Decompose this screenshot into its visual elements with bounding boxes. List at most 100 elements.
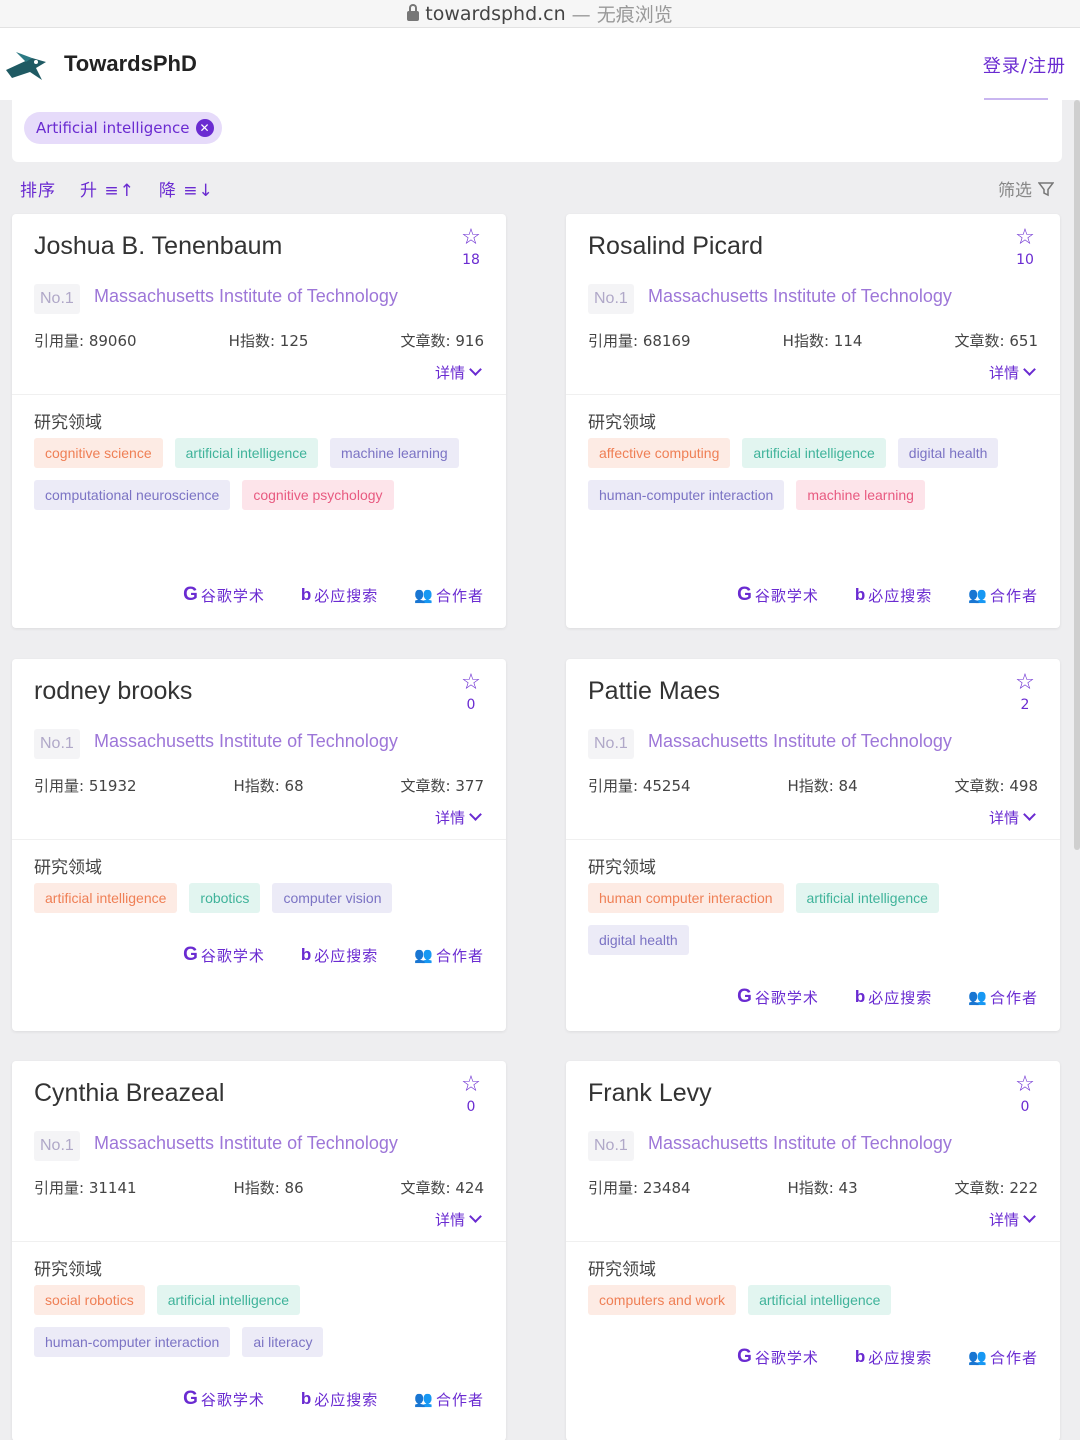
close-icon[interactable]: ✕ xyxy=(195,119,214,137)
bing-search-link[interactable]: b 必应搜索 xyxy=(855,584,932,606)
favorite-button[interactable]: ☆ 10 xyxy=(1012,226,1038,269)
research-tag[interactable]: human computer interaction xyxy=(588,883,784,913)
scholar-card[interactable]: rodney brooks ☆ 0 No.1 Massachusetts Ins… xyxy=(12,659,506,1031)
research-area-title: 研究领域 xyxy=(34,1260,102,1280)
star-icon: ☆ xyxy=(1015,1072,1035,1097)
google-scholar-link[interactable]: G 谷歌学术 xyxy=(183,944,265,966)
details-toggle[interactable]: 详情 xyxy=(989,807,1036,828)
coauthors-link[interactable]: 👥 合作者 xyxy=(968,986,1038,1008)
research-tag[interactable]: artificial intelligence xyxy=(156,1285,301,1315)
research-tag[interactable]: artificial intelligence xyxy=(795,883,939,913)
research-tag[interactable]: computers and work xyxy=(588,1285,737,1315)
research-tag[interactable]: digital health xyxy=(588,925,689,955)
research-tag[interactable]: cognitive science xyxy=(34,438,163,468)
coauthors-link[interactable]: 👥 合作者 xyxy=(414,944,484,966)
scholar-name[interactable]: rodney brooks xyxy=(34,677,192,706)
google-scholar-link[interactable]: G 谷歌学术 xyxy=(183,584,265,606)
research-tag[interactable]: artificial intelligence xyxy=(742,438,886,468)
details-toggle[interactable]: 详情 xyxy=(435,807,482,828)
favorite-button[interactable]: ☆ 0 xyxy=(1012,1072,1038,1116)
divider xyxy=(566,394,1060,395)
research-tag[interactable]: human-computer interaction xyxy=(588,480,785,510)
google-scholar-link[interactable]: G 谷歌学术 xyxy=(737,986,819,1008)
filter-chip[interactable]: Artificial intelligence ✕ xyxy=(24,112,222,144)
scholar-name[interactable]: Frank Levy xyxy=(588,1079,712,1108)
sort-asc-button[interactable]: 升 ≡↑ xyxy=(80,176,135,201)
card-links: G 谷歌学术 b 必应搜索 👥 合作者 xyxy=(183,944,484,966)
filter-button[interactable]: 筛选 xyxy=(998,176,1054,201)
institution-link[interactable]: Massachusetts Institute of Technology xyxy=(94,731,398,752)
research-tag[interactable]: artificial intelligence xyxy=(748,1285,892,1315)
sort-desc-button[interactable]: 降 ≡↓ xyxy=(159,176,214,201)
scholar-card[interactable]: Joshua B. Tenenbaum ☆ 18 No.1 Massachuse… xyxy=(12,214,506,628)
card-links: G 谷歌学术 b 必应搜索 👥 合作者 xyxy=(737,986,1038,1008)
sort-label: 排序 xyxy=(20,181,56,201)
research-tag[interactable]: cognitive psychology xyxy=(242,480,394,510)
scholar-name[interactable]: Cynthia Breazeal xyxy=(34,1079,224,1108)
browser-url-bar[interactable]: towardsphd.cn — 无痕浏览 xyxy=(0,0,1080,28)
brand-name[interactable]: TowardsPhD xyxy=(64,51,197,77)
coauthors-link[interactable]: 👥 合作者 xyxy=(414,584,484,606)
research-tags: cognitive science artificial intelligence… xyxy=(34,438,484,510)
scholar-card[interactable]: Cynthia Breazeal ☆ 0 No.1 Massachusetts … xyxy=(12,1061,506,1440)
sort-asc-icon: ≡↑ xyxy=(98,181,135,201)
details-toggle[interactable]: 详情 xyxy=(989,1209,1036,1230)
bing-search-link[interactable]: b 必应搜索 xyxy=(855,1346,932,1368)
details-toggle[interactable]: 详情 xyxy=(435,1209,482,1230)
login-register-link[interactable]: 登录/注册 xyxy=(983,52,1066,78)
research-tag[interactable]: machine learning xyxy=(330,438,459,468)
lock-icon xyxy=(407,3,420,21)
google-scholar-link[interactable]: G 谷歌学术 xyxy=(737,584,819,606)
research-tag[interactable]: computational neuroscience xyxy=(34,480,231,510)
institution-link[interactable]: Massachusetts Institute of Technology xyxy=(648,731,952,752)
google-scholar-link[interactable]: G 谷歌学术 xyxy=(737,1346,819,1368)
details-toggle[interactable]: 详情 xyxy=(989,362,1036,383)
coauthors-label: 合作者 xyxy=(435,1390,484,1409)
research-tag[interactable]: machine learning xyxy=(796,480,925,510)
favorite-button[interactable]: ☆ 0 xyxy=(458,1073,484,1116)
scholar-name[interactable]: Rosalind Picard xyxy=(588,232,763,261)
coauthors-link[interactable]: 👥 合作者 xyxy=(414,1388,484,1410)
research-tag[interactable]: social robotics xyxy=(34,1285,145,1315)
scrollbar[interactable] xyxy=(1074,100,1080,850)
scholar-card[interactable]: Pattie Maes ☆ 2 No.1 Massachusetts Insti… xyxy=(566,659,1060,1031)
coauthors-link[interactable]: 👥 合作者 xyxy=(968,1346,1038,1368)
favorite-button[interactable]: ☆ 2 xyxy=(1012,670,1038,714)
institution-link[interactable]: Massachusetts Institute of Technology xyxy=(648,286,952,307)
rank-badge: No.1 xyxy=(588,1131,634,1161)
logo-icon[interactable] xyxy=(2,40,50,88)
research-tag[interactable]: computer vision xyxy=(272,883,393,913)
institution-link[interactable]: Massachusetts Institute of Technology xyxy=(648,1133,952,1154)
bing-search-link[interactable]: b 必应搜索 xyxy=(301,1388,378,1410)
bing-search-link[interactable]: b 必应搜索 xyxy=(301,944,378,966)
research-tag[interactable]: human-computer interaction xyxy=(34,1327,231,1357)
coauthors-label: 合作者 xyxy=(989,586,1038,605)
filter-button-label: 筛选 xyxy=(998,181,1032,201)
institution-link[interactable]: Massachusetts Institute of Technology xyxy=(94,1133,398,1154)
scholar-card[interactable]: Rosalind Picard ☆ 10 No.1 Massachusetts … xyxy=(566,214,1060,628)
research-area-title: 研究领域 xyxy=(588,413,656,433)
scholar-name[interactable]: Pattie Maes xyxy=(588,677,720,706)
rank-badge: No.1 xyxy=(34,284,80,314)
chevron-down-icon xyxy=(469,1210,482,1223)
research-tag[interactable]: ai literacy xyxy=(242,1327,324,1357)
research-tag[interactable]: robotics xyxy=(189,883,261,913)
favorite-button[interactable]: ☆ 18 xyxy=(458,226,484,269)
coauthors-link[interactable]: 👥 合作者 xyxy=(968,584,1038,606)
scholar-card[interactable]: Frank Levy ☆ 0 No.1 Massachusetts Instit… xyxy=(566,1061,1060,1440)
research-tags: social robotics artificial intelligence hu… xyxy=(34,1285,484,1357)
google-scholar-link[interactable]: G 谷歌学术 xyxy=(183,1388,265,1410)
research-tag[interactable]: digital health xyxy=(897,438,999,468)
research-tag[interactable]: artificial intelligence xyxy=(34,883,178,913)
bing-search-link[interactable]: b 必应搜索 xyxy=(855,986,932,1008)
research-tag[interactable]: artificial intelligence xyxy=(174,438,319,468)
card-links: G 谷歌学术 b 必应搜索 👥 合作者 xyxy=(737,1346,1038,1368)
details-toggle[interactable]: 详情 xyxy=(435,362,482,383)
research-tag[interactable]: affective computing xyxy=(588,438,731,468)
favorite-button[interactable]: ☆ 0 xyxy=(458,671,484,714)
star-icon: ☆ xyxy=(1015,670,1035,695)
h-index: H指数: 86 xyxy=(233,1179,304,1197)
bing-search-link[interactable]: b 必应搜索 xyxy=(301,584,378,606)
institution-link[interactable]: Massachusetts Institute of Technology xyxy=(94,286,398,307)
scholar-name[interactable]: Joshua B. Tenenbaum xyxy=(34,232,282,261)
